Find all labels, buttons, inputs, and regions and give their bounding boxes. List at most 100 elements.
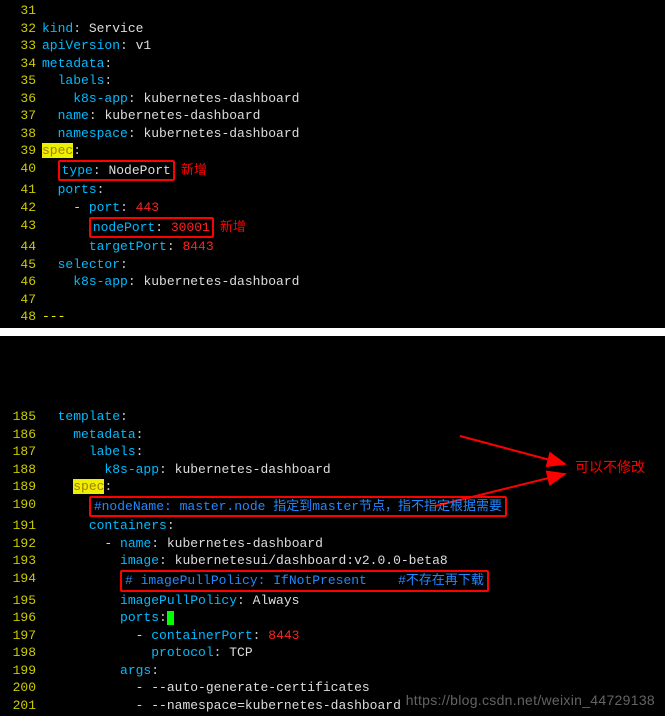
line-content: [42, 2, 665, 20]
line-content: # imagePullPolicy: IfNotPresent #不存在再下载: [42, 570, 665, 592]
line-content: ---: [42, 308, 665, 326]
line-content: k8s-app: kubernetes-dashboard: [42, 90, 665, 108]
line-number: 188: [0, 461, 42, 479]
line-content: namespace: kubernetes-dashboard: [42, 125, 665, 143]
line-number: 37: [0, 107, 42, 125]
code-line: 46 k8s-app: kubernetes-dashboard: [0, 273, 665, 291]
line-content: k8s-app: kubernetes-dashboard: [42, 273, 665, 291]
line-content: spec:: [42, 142, 665, 160]
cursor: [167, 611, 174, 625]
code-line: 47: [0, 291, 665, 309]
line-content: [42, 291, 665, 309]
line-number: 197: [0, 627, 42, 645]
line-content: - --namespace=kubernetes-dashboard: [42, 697, 665, 715]
line-number: 185: [0, 408, 42, 426]
line-content: - containerPort: 8443: [42, 627, 665, 645]
code-line: 38 namespace: kubernetes-dashboard: [0, 125, 665, 143]
code-line: 187 labels:: [0, 443, 665, 461]
line-content: ports:: [42, 181, 665, 199]
line-number: 39: [0, 142, 42, 160]
code-line: 36 k8s-app: kubernetes-dashboard: [0, 90, 665, 108]
line-number: 42: [0, 199, 42, 217]
code-line: 198 protocol: TCP: [0, 644, 665, 662]
line-content: labels:: [42, 443, 665, 461]
code-line: 194 # imagePullPolicy: IfNotPresent #不存在…: [0, 570, 665, 592]
code-line: 195 imagePullPolicy: Always: [0, 592, 665, 610]
code-line: 40 type: NodePort新增: [0, 160, 665, 182]
line-number: 198: [0, 644, 42, 662]
code-line: 39spec:: [0, 142, 665, 160]
line-number: 36: [0, 90, 42, 108]
line-content: ports:: [42, 609, 665, 627]
code-line: 31: [0, 2, 665, 20]
line-content: template:: [42, 408, 665, 426]
line-content: - port: 443: [42, 199, 665, 217]
code-line: 186 metadata:: [0, 426, 665, 444]
code-line: 185 template:: [0, 408, 665, 426]
code-line: 48---: [0, 308, 665, 326]
code-line: 201 - --namespace=kubernetes-dashboard: [0, 697, 665, 715]
code-line: 41 ports:: [0, 181, 665, 199]
line-content: protocol: TCP: [42, 644, 665, 662]
line-number: 201: [0, 697, 42, 715]
line-number: 35: [0, 72, 42, 90]
line-content: type: NodePort新增: [42, 160, 665, 182]
line-content: spec:: [42, 478, 665, 496]
line-content: metadata:: [42, 426, 665, 444]
line-number: 189: [0, 478, 42, 496]
line-number: 46: [0, 273, 42, 291]
line-number: 195: [0, 592, 42, 610]
line-content: args:: [42, 662, 665, 680]
code-line: 32kind: Service: [0, 20, 665, 38]
line-number: 33: [0, 37, 42, 55]
line-number: 199: [0, 662, 42, 680]
line-number: 194: [0, 570, 42, 592]
line-content: metadata:: [42, 55, 665, 73]
line-number: 32: [0, 20, 42, 38]
code-line: 35 labels:: [0, 72, 665, 90]
line-number: 40: [0, 160, 42, 182]
line-content: imagePullPolicy: Always: [42, 592, 665, 610]
line-number: 196: [0, 609, 42, 627]
code-line: 197 - containerPort: 8443: [0, 627, 665, 645]
highlight-line-box: # imagePullPolicy: IfNotPresent #不存在再下载: [120, 570, 489, 592]
line-content: selector:: [42, 256, 665, 274]
code-block-1: 3132kind: Service33apiVersion: v134metad…: [0, 0, 665, 328]
line-number: 187: [0, 443, 42, 461]
line-content: - --auto-generate-certificates: [42, 679, 665, 697]
line-number: 190: [0, 496, 42, 518]
code-line: 196 ports:: [0, 609, 665, 627]
line-number: 44: [0, 238, 42, 256]
line-number: 186: [0, 426, 42, 444]
line-number: 191: [0, 517, 42, 535]
block-separator: [0, 328, 665, 336]
line-number: 193: [0, 552, 42, 570]
line-number: 43: [0, 217, 42, 239]
code-line: 192 - name: kubernetes-dashboard: [0, 535, 665, 553]
line-content: k8s-app: kubernetes-dashboard: [42, 461, 665, 479]
line-number: 38: [0, 125, 42, 143]
code-line: 190 #nodeName: master.node 指定到master节点，指…: [0, 496, 665, 518]
code-line: 33apiVersion: v1: [0, 37, 665, 55]
line-content: labels:: [42, 72, 665, 90]
code-line: 42 - port: 443: [0, 199, 665, 217]
code-line: 37 name: kubernetes-dashboard: [0, 107, 665, 125]
line-number: 34: [0, 55, 42, 73]
code-line: 45 selector:: [0, 256, 665, 274]
line-content: targetPort: 8443: [42, 238, 665, 256]
line-content: - name: kubernetes-dashboard: [42, 535, 665, 553]
code-line: 189 spec:: [0, 478, 665, 496]
line-number: 41: [0, 181, 42, 199]
code-line: 44 targetPort: 8443: [0, 238, 665, 256]
code-line: 34metadata:: [0, 55, 665, 73]
annotation-label: 新增: [181, 162, 207, 177]
code-line: 43 nodePort: 30001新增: [0, 217, 665, 239]
line-content: nodePort: 30001新增: [42, 217, 665, 239]
line-number: 48: [0, 308, 42, 326]
code-block-2: 可以不修改 https://blog.csdn.net/weixin_44729…: [0, 336, 665, 716]
line-content: image: kubernetesui/dashboard:v2.0.0-bet…: [42, 552, 665, 570]
line-number: 47: [0, 291, 42, 309]
line-content: name: kubernetes-dashboard: [42, 107, 665, 125]
line-content: kind: Service: [42, 20, 665, 38]
code-line: 200 - --auto-generate-certificates: [0, 679, 665, 697]
